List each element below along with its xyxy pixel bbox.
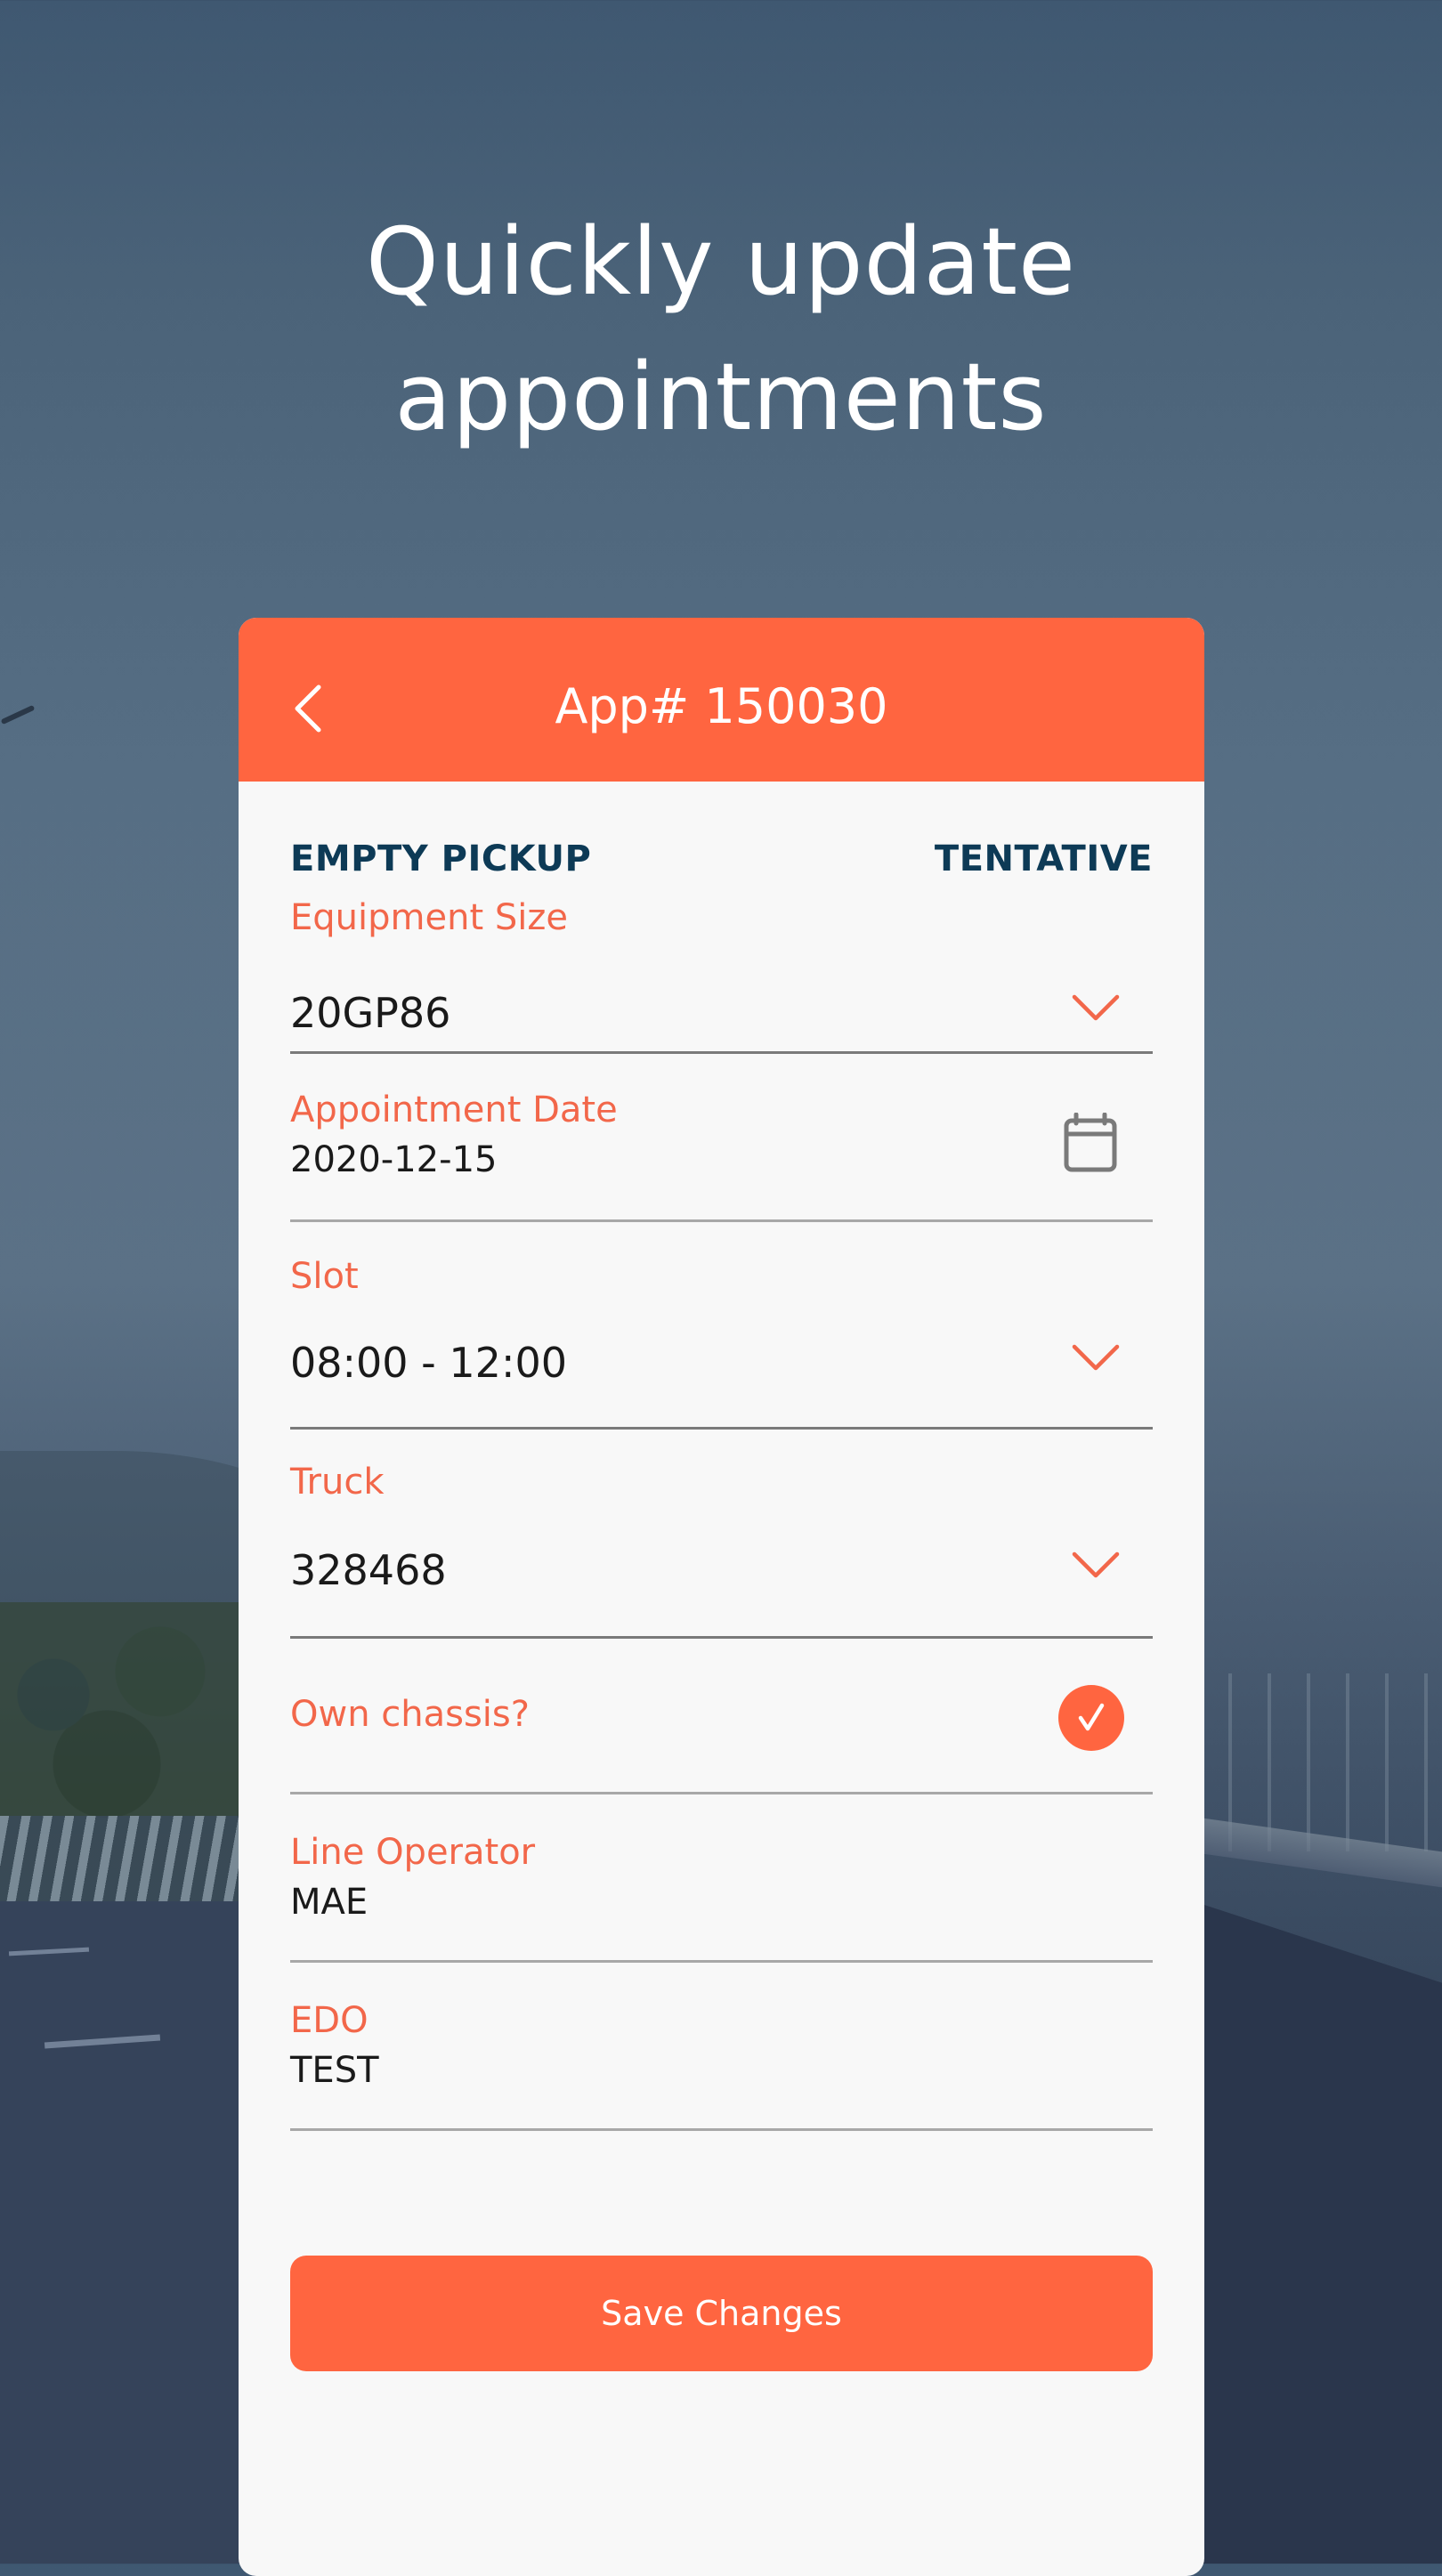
equipment-size-select[interactable]: Equipment Size 20GP86 (290, 895, 1153, 1054)
check-icon (1078, 1703, 1105, 1731)
line-operator-value: MAE (290, 1882, 369, 1923)
equipment-size-label: Equipment Size (290, 897, 568, 938)
appointment-form: EMPTY PICKUP TENTATIVE Equipment Size 20… (239, 837, 1204, 2371)
slot-label: Slot (290, 1256, 359, 1297)
edo-value: TEST (290, 2050, 379, 2091)
background-road (0, 1901, 249, 2564)
background-trees (0, 1602, 267, 1834)
status-badge: TENTATIVE (934, 838, 1153, 879)
own-chassis-checkbox[interactable] (1058, 1685, 1124, 1751)
appointment-card: App# 150030 EMPTY PICKUP TENTATIVE Equip… (239, 618, 1204, 2576)
truck-value: 328468 (290, 1546, 447, 1594)
promo-headline: Quickly update appointments (0, 194, 1442, 465)
save-button[interactable]: Save Changes (290, 2256, 1153, 2371)
promo-headline-line2: appointments (394, 343, 1048, 451)
line-operator-field: Line Operator MAE (290, 1794, 1153, 1963)
background-barrier (0, 1816, 249, 1901)
own-chassis-label: Own chassis? (290, 1694, 530, 1735)
truck-label: Truck (290, 1462, 385, 1503)
status-row: EMPTY PICKUP TENTATIVE (290, 837, 1153, 881)
chevron-down-icon[interactable] (1071, 1549, 1121, 1581)
card-header: App# 150030 (239, 618, 1204, 782)
promo-headline-line1: Quickly update (365, 207, 1076, 316)
chevron-down-icon[interactable] (1071, 992, 1121, 1024)
edo-label: EDO (290, 2000, 369, 2041)
appointment-type: EMPTY PICKUP (290, 838, 592, 879)
background-road (1175, 1895, 1442, 2564)
appointment-date-label: Appointment Date (290, 1090, 618, 1130)
slot-value: 08:00 - 12:00 (290, 1339, 567, 1387)
equipment-size-value: 20GP86 (290, 989, 451, 1037)
chevron-down-icon[interactable] (1071, 1341, 1121, 1373)
background-bird (0, 704, 36, 725)
truck-select[interactable]: Truck 328468 (290, 1430, 1153, 1639)
appointment-date-field[interactable]: Appointment Date 2020-12-15 (290, 1054, 1153, 1222)
slot-select[interactable]: Slot 08:00 - 12:00 (290, 1222, 1153, 1430)
calendar-icon[interactable] (1064, 1113, 1117, 1173)
own-chassis-row: Own chassis? (290, 1639, 1153, 1794)
edo-field: EDO TEST (290, 1963, 1153, 2131)
line-operator-label: Line Operator (290, 1832, 536, 1873)
page-title: App# 150030 (555, 678, 888, 734)
appointment-date-value: 2020-12-15 (290, 1139, 498, 1180)
